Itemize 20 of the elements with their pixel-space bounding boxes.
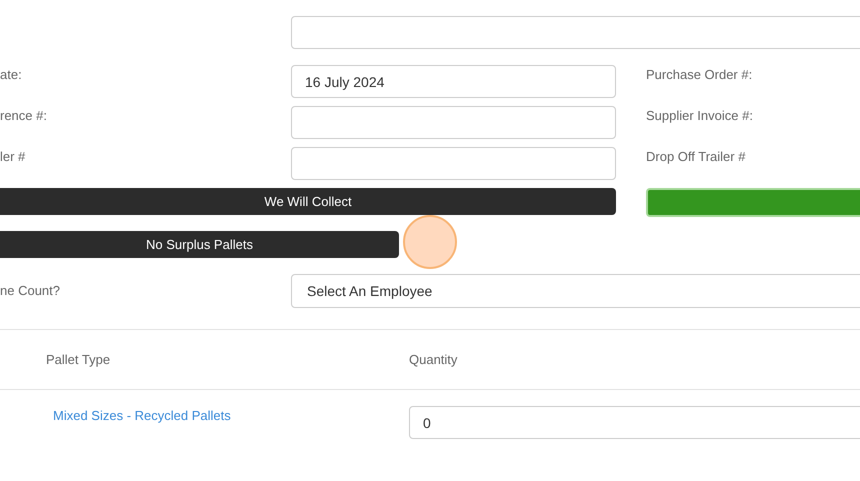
- no-surplus-button[interactable]: No Surplus Pallets: [0, 231, 399, 258]
- field-label: rence #:: [0, 108, 47, 123]
- column-header: Pallet Type: [46, 352, 110, 367]
- collect-button[interactable]: We Will Collect: [0, 188, 616, 215]
- input-field[interactable]: [291, 106, 616, 139]
- field-label: Purchase Order #:: [646, 67, 752, 82]
- input-field[interactable]: 0: [409, 406, 860, 439]
- employee-select[interactable]: Select An Employee: [291, 274, 860, 308]
- input-field[interactable]: [291, 16, 860, 49]
- pallet-type-link[interactable]: Mixed Sizes - Recycled Pallets: [53, 408, 231, 423]
- column-header: Quantity: [409, 352, 458, 367]
- field-label: ate:: [0, 67, 22, 82]
- click-marker: [403, 215, 457, 269]
- field-label: Drop Off Trailer #: [646, 149, 746, 164]
- input-field[interactable]: [291, 147, 616, 180]
- submit-button[interactable]: [646, 188, 860, 217]
- field-label: Supplier Invoice #:: [646, 108, 753, 123]
- field-label: ne Count?: [0, 283, 60, 298]
- field-label: ler #: [0, 149, 26, 164]
- input-field[interactable]: 16 July 2024: [291, 65, 616, 98]
